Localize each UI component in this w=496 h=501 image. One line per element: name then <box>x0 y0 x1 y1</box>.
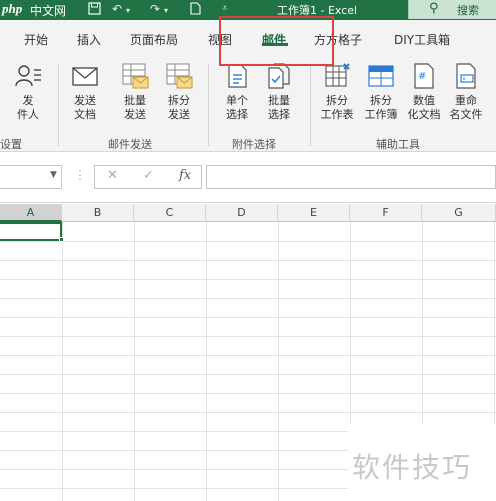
split-send-label: 拆分 发送 <box>168 94 190 121</box>
rename-file-label: 重命 名文件 <box>449 94 483 121</box>
grid-line <box>0 317 496 318</box>
split-workbook-button[interactable]: 拆分 工作簿 <box>360 62 402 122</box>
undo-icon[interactable]: ↶ <box>112 2 122 16</box>
tab-home[interactable]: 开始 <box>24 31 48 48</box>
redo-dropdown-icon[interactable]: ▾ <box>164 6 168 15</box>
group-label-attachment-select: 附件选择 <box>232 138 276 151</box>
active-tab-indicator <box>262 43 288 46</box>
group-divider <box>58 64 59 146</box>
name-box[interactable]: ▼ <box>0 165 62 189</box>
sender-button[interactable]: 发 件人 <box>10 62 46 122</box>
tab-view[interactable]: 视图 <box>208 31 232 48</box>
search-label: 搜索 <box>457 4 479 17</box>
batch-send-button[interactable]: 批量 发送 <box>116 62 154 122</box>
group-divider <box>310 64 311 146</box>
grid-line <box>134 222 135 501</box>
search-icon: ⚲ <box>429 1 439 16</box>
group-label-mail-send: 邮件发送 <box>108 138 152 151</box>
rename-file-button[interactable]: 重命 名文件 <box>446 62 486 122</box>
column-header-e[interactable]: E <box>278 204 350 222</box>
formula-buttons: ✕ ✓ fx <box>94 165 202 189</box>
active-cell-a1[interactable] <box>0 222 62 241</box>
ribbon-panel: 发 件人 发送 文档 批量 发送 拆分 发送 单个 选择 批量 选择 拆分 工作… <box>0 56 496 152</box>
save-icon[interactable] <box>88 2 101 18</box>
batch-send-icon <box>122 63 149 89</box>
svg-text:#: # <box>418 71 426 82</box>
cancel-icon[interactable]: ✕ <box>107 168 118 183</box>
single-select-icon <box>228 64 247 88</box>
envelope-icon <box>72 67 98 86</box>
formula-input[interactable] <box>206 165 496 189</box>
numeric-doc-icon: # <box>414 63 434 89</box>
undo-dropdown-icon[interactable]: ▾ <box>126 6 130 15</box>
grid-line <box>0 412 496 413</box>
search-box[interactable]: ⚲ 搜索 <box>408 0 496 19</box>
grid-line <box>62 222 63 501</box>
grid-line <box>0 336 496 337</box>
single-select-button[interactable]: 单个 选择 <box>218 62 256 122</box>
batch-select-button[interactable]: 批量 选择 <box>260 62 298 122</box>
grid-line <box>0 279 496 280</box>
numeric-doc-button[interactable]: # 数值 化文档 <box>404 62 444 122</box>
grid-line <box>0 393 496 394</box>
group-label-settings: 设置 <box>0 138 22 151</box>
rename-file-icon <box>456 63 476 89</box>
title-bar: php 中文网 ↶ ▾ ↷ ▾ ⩡ 工作簿1 - Excel ⚲ 搜索 <box>0 0 496 20</box>
formula-bar-grip-icon[interactable]: ⋮ <box>74 168 86 182</box>
batch-select-label: 批量 选择 <box>268 94 290 121</box>
tab-insert[interactable]: 插入 <box>77 31 101 48</box>
formula-bar: ▼ ⋮ ✕ ✓ fx <box>0 153 496 203</box>
window-title: 工作簿1 - Excel <box>277 4 358 17</box>
redo-icon[interactable]: ↷ <box>150 2 160 16</box>
group-label-auxiliary-tools: 辅助工具 <box>376 138 420 151</box>
site-logo: php <box>2 1 23 16</box>
split-sheet-label: 拆分 工作表 <box>320 94 354 121</box>
column-header-d[interactable]: D <box>206 204 278 222</box>
column-header-g[interactable]: G <box>422 204 496 222</box>
single-select-label: 单个 选择 <box>226 94 248 121</box>
sender-label: 发 件人 <box>17 94 39 121</box>
split-sheet-icon <box>325 63 350 87</box>
split-send-icon <box>166 63 193 89</box>
grid-line <box>0 374 496 375</box>
grid-line <box>0 241 496 242</box>
column-header-f[interactable]: F <box>350 204 422 222</box>
grid-line <box>0 298 496 299</box>
insert-function-button[interactable]: fx <box>179 168 191 183</box>
tab-diy-toolbox[interactable]: DIY工具箱 <box>394 31 450 48</box>
send-document-button[interactable]: 发送 文档 <box>66 62 104 122</box>
watermark-text: 软件技巧 <box>352 451 473 484</box>
enter-icon[interactable]: ✓ <box>143 168 154 183</box>
split-send-button[interactable]: 拆分 发送 <box>160 62 198 122</box>
chevron-down-icon[interactable]: ▼ <box>50 170 57 180</box>
split-workbook-icon <box>368 65 394 87</box>
split-sheet-button[interactable]: 拆分 工作表 <box>316 62 358 122</box>
tab-fangfang[interactable]: 方方格子 <box>314 31 362 48</box>
customize-qat-icon[interactable]: ⩡ <box>222 3 228 14</box>
grid-line <box>0 355 496 356</box>
grid-line <box>0 260 496 261</box>
split-workbook-label: 拆分 工作簿 <box>364 94 398 121</box>
sender-icon <box>15 65 41 87</box>
column-header-a[interactable]: A <box>0 204 62 222</box>
numeric-doc-label: 数值 化文档 <box>407 94 441 121</box>
column-header-b[interactable]: B <box>62 204 134 222</box>
grid-line <box>206 222 207 501</box>
grid-line <box>278 222 279 501</box>
group-divider <box>208 64 209 146</box>
ribbon-tabs: 开始 插入 页面布局 视图 邮件 方方格子 DIY工具箱 <box>0 20 496 56</box>
tab-page-layout[interactable]: 页面布局 <box>130 31 178 48</box>
fill-handle[interactable] <box>59 237 64 242</box>
site-logo-text: 中文网 <box>30 4 67 18</box>
column-header-c[interactable]: C <box>134 204 206 222</box>
batch-send-label: 批量 发送 <box>124 94 146 121</box>
new-document-icon[interactable] <box>190 2 201 18</box>
send-document-label: 发送 文档 <box>74 94 96 121</box>
batch-select-icon <box>268 63 290 89</box>
